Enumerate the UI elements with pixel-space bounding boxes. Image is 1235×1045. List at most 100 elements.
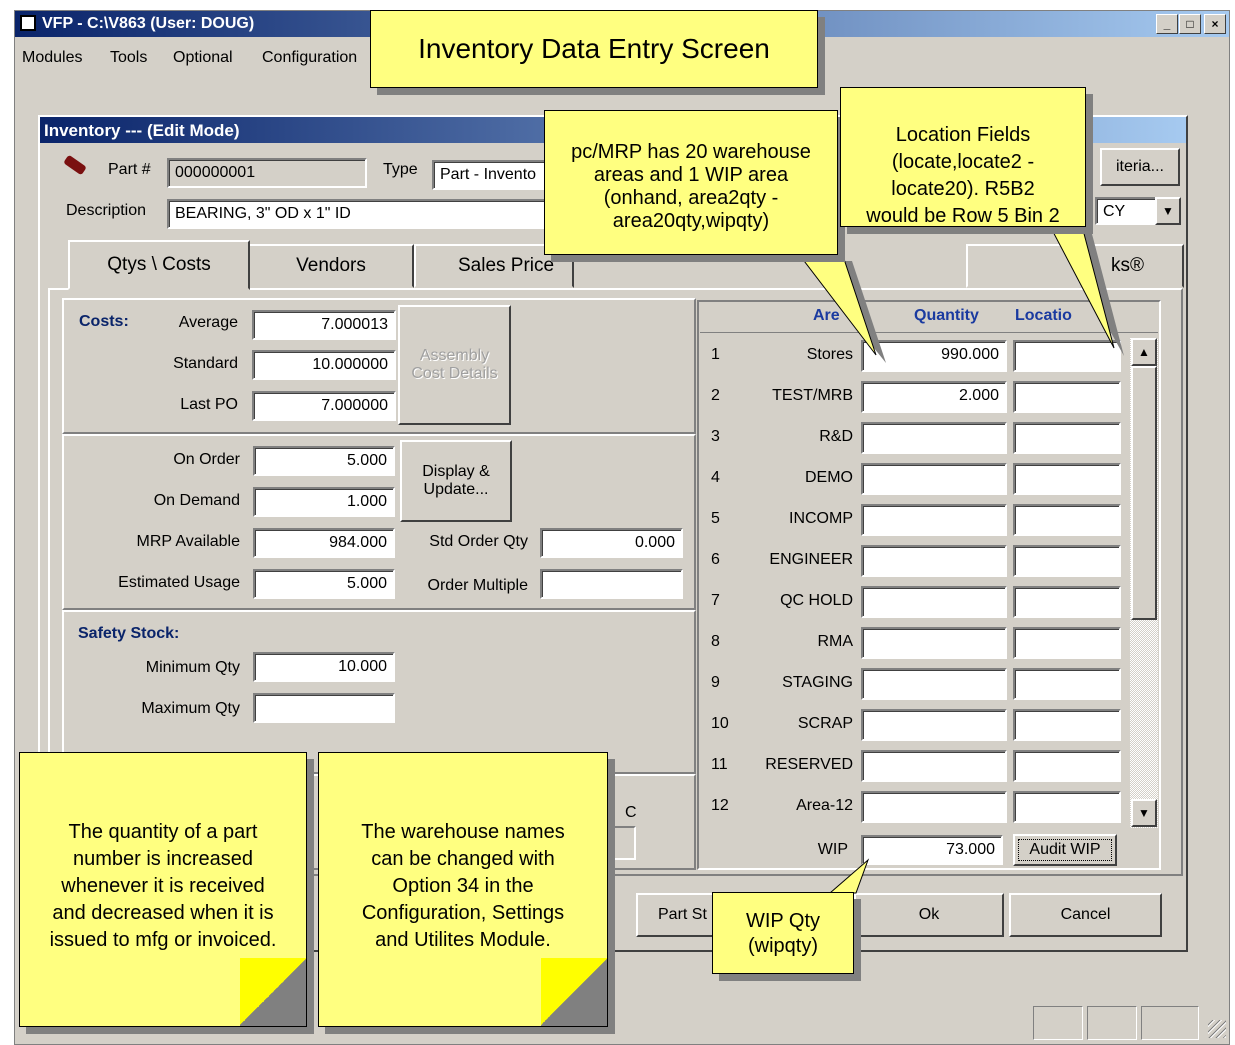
wip-note-line-1: WIP Qty xyxy=(745,910,821,932)
grid-row-quantity-field[interactable] xyxy=(861,586,1007,618)
tab-remarks[interactable]: ks® xyxy=(966,244,1184,288)
grid-row-number: 10 xyxy=(711,715,729,732)
tab-vendors[interactable]: Vendors xyxy=(248,244,414,288)
grid-row-location-field[interactable] xyxy=(1013,381,1121,413)
menu-modules[interactable]: Modules xyxy=(22,49,82,67)
criteria-button[interactable]: iteria... xyxy=(1100,148,1180,186)
tab-qtys-costs[interactable]: Qtys \ Costs xyxy=(68,240,250,290)
order-multiple-field[interactable] xyxy=(540,569,683,599)
grid-row-number: 5 xyxy=(711,510,720,527)
minimum-qty-label: Minimum Qty xyxy=(145,659,240,676)
grid-row-area-name: TEST/MRB xyxy=(772,387,853,404)
grid-row-quantity-field[interactable]: 990.000 xyxy=(861,340,1007,372)
grid-row-quantity-field[interactable] xyxy=(861,668,1007,700)
grid-row-location-field[interactable] xyxy=(1013,545,1121,577)
grid-row-number: 3 xyxy=(711,428,720,445)
description-label: Description xyxy=(66,202,147,219)
grid-row-location-field[interactable] xyxy=(1013,422,1121,454)
estimated-usage-field[interactable]: 5.000 xyxy=(253,569,395,599)
grid-row-location-field[interactable] xyxy=(1013,750,1121,782)
chevron-down-icon[interactable]: ▼ xyxy=(1155,197,1181,225)
menu-configuration[interactable]: Configuration xyxy=(262,49,357,67)
ok-button[interactable]: Ok xyxy=(854,893,1004,937)
grid-row-quantity-field[interactable] xyxy=(861,545,1007,577)
grid-row-location-field[interactable] xyxy=(1013,463,1121,495)
mrp-available-field[interactable]: 984.000 xyxy=(253,528,395,558)
scroll-down-icon[interactable]: ▼ xyxy=(1131,799,1157,827)
grid-header-area: Are xyxy=(813,307,840,324)
assembly-cost-details-button[interactable]: Assembly Cost Details xyxy=(398,305,511,425)
audit-wip-button[interactable]: Audit WIP xyxy=(1013,834,1117,866)
menu-optional[interactable]: Optional xyxy=(173,49,233,67)
std-order-label: Std Order Qty xyxy=(429,533,528,550)
warehouse-line-2: areas and 1 WIP area xyxy=(593,164,789,186)
grid-row-area-name: Stores xyxy=(806,346,853,363)
lastpo-cost-field[interactable]: 7.000000 xyxy=(252,391,396,421)
onorder-field[interactable]: 5.000 xyxy=(253,446,395,476)
assembly-button-line1: Assembly xyxy=(419,347,490,364)
window-title: VFP - C:\V863 (User: DOUG) xyxy=(42,15,255,32)
grid-row-area-name: INCOMP xyxy=(789,510,853,527)
c-label: C xyxy=(625,804,637,821)
grid-row-location-field[interactable] xyxy=(1013,586,1121,618)
grid-row-location-field[interactable] xyxy=(1013,791,1121,823)
grid-row-area-name: STAGING xyxy=(782,674,853,691)
menu-tools[interactable]: Tools xyxy=(110,49,147,67)
estimated-usage-label: Estimated Usage xyxy=(118,574,240,591)
qty-note-line-5: issued to mfg or invoiced. xyxy=(49,929,277,951)
grid-row-quantity-field[interactable] xyxy=(861,791,1007,823)
location-line-4: would be Row 5 Bin 2 xyxy=(866,205,1060,227)
app-icon xyxy=(20,15,36,31)
minimum-qty-field[interactable]: 10.000 xyxy=(253,652,395,682)
wip-callout: WIP Qty (wipqty) xyxy=(712,892,854,974)
location-line-2: (locate,locate2 - xyxy=(891,151,1035,173)
ondemand-field[interactable]: 1.000 xyxy=(253,487,395,517)
wip-qty-field[interactable]: 73.000 xyxy=(861,835,1003,865)
grid-row-quantity-field[interactable]: 2.000 xyxy=(861,381,1007,413)
grid-header-quantity: Quantity xyxy=(914,307,979,324)
order-multiple-label: Order Multiple xyxy=(427,577,528,594)
names-note-fold xyxy=(541,958,607,1026)
grid-row-number: 4 xyxy=(711,469,720,486)
scroll-up-icon[interactable]: ▲ xyxy=(1131,338,1157,366)
grid-row-quantity-field[interactable] xyxy=(861,709,1007,741)
grid-row-quantity-field[interactable] xyxy=(861,627,1007,659)
scroll-thumb[interactable] xyxy=(1131,366,1157,620)
display-button-line1: Display & xyxy=(422,463,490,480)
grid-row-number: 8 xyxy=(711,633,720,650)
type-field[interactable]: Part - Invento xyxy=(432,160,552,190)
resize-grip-icon[interactable] xyxy=(1208,1020,1226,1038)
status-cell-3 xyxy=(1141,1006,1199,1040)
grid-row-location-field[interactable] xyxy=(1013,340,1121,372)
part-number-field[interactable]: 000000001 xyxy=(167,158,367,188)
right-select[interactable]: CY xyxy=(1095,197,1157,225)
maximize-button[interactable]: □ xyxy=(1179,14,1201,34)
names-note-line-4: Configuration, Settings xyxy=(361,902,565,924)
wip-label: WIP xyxy=(817,841,848,858)
qty-note-fold xyxy=(240,958,306,1026)
grid-row-quantity-field[interactable] xyxy=(861,463,1007,495)
description-field[interactable]: BEARING, 3" OD x 1" ID xyxy=(167,199,555,229)
grid-row-quantity-field[interactable] xyxy=(861,422,1007,454)
names-note-line-5: and Utilites Module. xyxy=(375,929,551,951)
close-button[interactable]: × xyxy=(1204,14,1226,34)
maximum-qty-field[interactable] xyxy=(253,693,395,723)
display-update-button[interactable]: Display & Update... xyxy=(400,440,512,522)
average-label: Average xyxy=(178,314,238,331)
minimize-button[interactable]: _ xyxy=(1156,14,1178,34)
grid-row-location-field[interactable] xyxy=(1013,668,1121,700)
onorder-label: On Order xyxy=(173,451,240,468)
grid-row-quantity-field[interactable] xyxy=(861,504,1007,536)
average-cost-field[interactable]: 7.000013 xyxy=(252,310,396,340)
standard-cost-field[interactable]: 10.000000 xyxy=(252,350,396,380)
names-note-line-1: The warehouse names xyxy=(361,821,565,843)
qty-note-line-2: number is increased xyxy=(72,848,254,870)
grid-row-quantity-field[interactable] xyxy=(861,750,1007,782)
std-order-qty-field[interactable]: 0.000 xyxy=(540,528,683,558)
display-button-line2: Update... xyxy=(423,481,489,498)
cancel-button[interactable]: Cancel xyxy=(1009,893,1162,937)
grid-row-location-field[interactable] xyxy=(1013,504,1121,536)
grid-row-number: 9 xyxy=(711,674,720,691)
grid-row-location-field[interactable] xyxy=(1013,709,1121,741)
grid-row-location-field[interactable] xyxy=(1013,627,1121,659)
